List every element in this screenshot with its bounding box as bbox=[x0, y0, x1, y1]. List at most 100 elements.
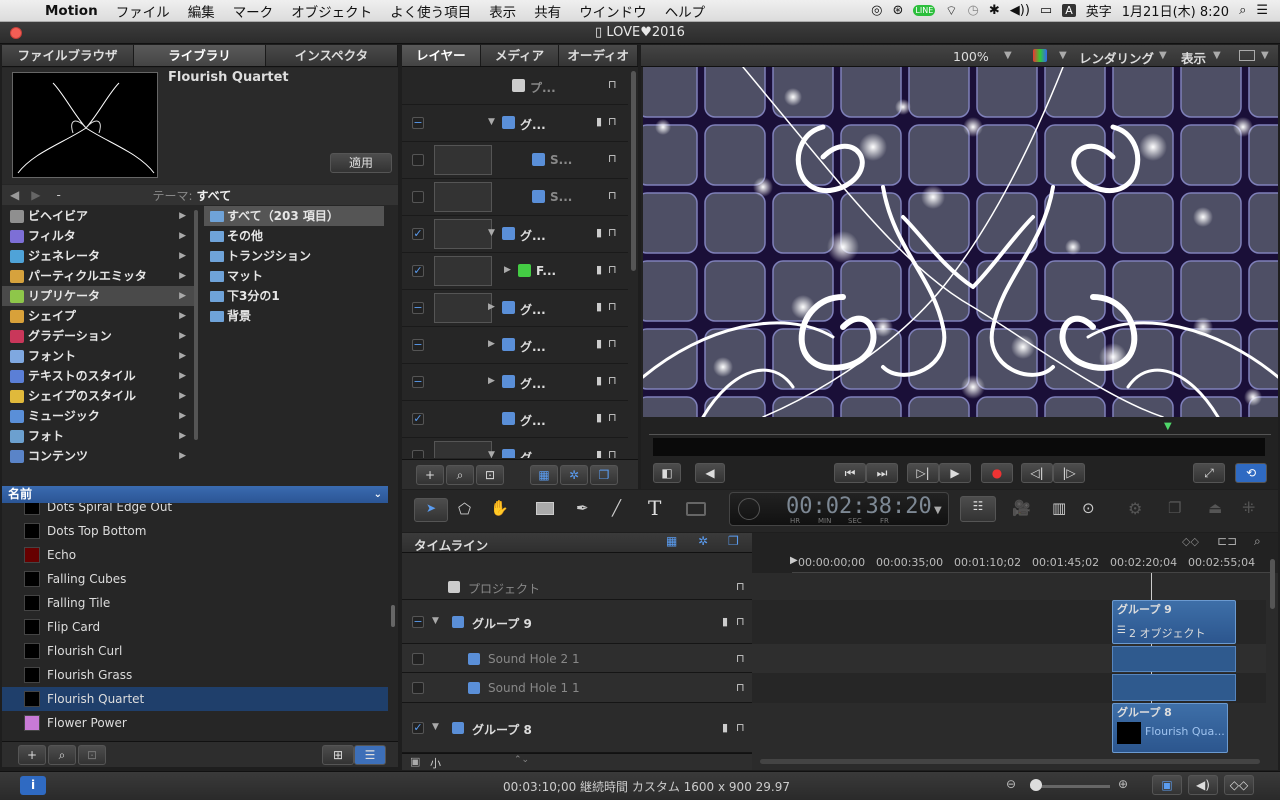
snap-icon[interactable]: ◇◇ bbox=[1182, 535, 1199, 548]
thumb-size-chevron-icon[interactable]: ⌃⌄ bbox=[514, 755, 529, 765]
clip-sound-hole-1[interactable] bbox=[1112, 674, 1236, 701]
clock[interactable]: 1月21日(木) 8:20 bbox=[1122, 1, 1229, 20]
timeline-mode-icon[interactable]: ▮ bbox=[722, 721, 728, 734]
category-item[interactable]: シェイプ ▶ bbox=[2, 306, 198, 326]
category-item[interactable]: パーティクルエミッタ ▶ bbox=[2, 266, 198, 286]
audio-track-toggle-icon[interactable]: ◀) bbox=[1188, 775, 1218, 795]
layer-import-icon[interactable]: ⊡ bbox=[476, 465, 504, 485]
tl-zoom-fit-icon[interactable]: ⊏⊐ bbox=[1217, 534, 1237, 548]
layer-row[interactable]: − ▶ グ... ⊓ ▮ bbox=[402, 327, 628, 364]
render-chevron-icon[interactable]: ▼ bbox=[1159, 50, 1167, 61]
layer-row[interactable]: − ▼ グ... ⊓ ▮ bbox=[402, 105, 628, 142]
clip-group8[interactable]: グループ 8 Flourish Qua... bbox=[1112, 703, 1228, 753]
menu-view[interactable]: 表示 bbox=[480, 1, 525, 21]
video-track-toggle-icon[interactable]: ▣ bbox=[1152, 775, 1182, 795]
zoom-chevron-icon[interactable]: ▼ bbox=[1004, 50, 1012, 61]
tab-inspector[interactable]: インスペクタ bbox=[266, 45, 398, 66]
view-chevron-icon[interactable]: ▼ bbox=[1213, 50, 1221, 61]
menu-object[interactable]: オブジェクト bbox=[282, 1, 381, 21]
lock-icon[interactable]: ⊓ bbox=[608, 115, 617, 128]
disclosure-triangle-icon[interactable]: ▶ bbox=[504, 265, 511, 275]
show-masks-icon[interactable]: ❐ bbox=[590, 465, 618, 485]
disclosure-triangle-icon[interactable]: ▼ bbox=[488, 228, 495, 238]
layer-mode-icon[interactable]: ▮ bbox=[596, 300, 602, 313]
close-window-button[interactable] bbox=[10, 27, 22, 39]
bluetooth-icon[interactable]: ✱ bbox=[989, 3, 1000, 18]
audio-toggle-icon[interactable]: ◀ bbox=[695, 463, 725, 483]
timecode-display[interactable]: 00:02:38:20 HR MIN SEC FR ▼ bbox=[729, 492, 949, 526]
timeline-hscrollbar[interactable] bbox=[760, 759, 1260, 764]
menu-mark[interactable]: マーク bbox=[224, 1, 283, 21]
sort-chevron-icon[interactable]: ⌄ bbox=[374, 486, 388, 503]
add-layer-icon[interactable]: + bbox=[416, 465, 444, 485]
timeline-row[interactable]: Sound Hole 1 1 ⊓ bbox=[402, 673, 752, 703]
zoom-out-icon[interactable]: ⊖ bbox=[1006, 777, 1016, 791]
timeline-lock-icon[interactable]: ⊓ bbox=[736, 652, 745, 665]
battery-icon[interactable]: ▭ bbox=[1040, 3, 1052, 18]
path-popup[interactable]: - bbox=[44, 188, 140, 202]
light-icon[interactable]: ▥ bbox=[1052, 499, 1066, 517]
replicate-icon[interactable]: ⏏ bbox=[1208, 499, 1222, 517]
disclosure-triangle-icon[interactable]: ▼ bbox=[488, 450, 495, 458]
lock-icon[interactable]: ⊓ bbox=[608, 448, 617, 458]
record-button-icon[interactable]: ● bbox=[981, 463, 1013, 483]
shape-pen-tool-icon[interactable]: ⬠ bbox=[458, 500, 471, 518]
text-tool-icon[interactable]: T bbox=[648, 496, 661, 520]
volume-icon[interactable]: ◀)) bbox=[1010, 3, 1030, 18]
library-item[interactable]: Flourish Curl bbox=[2, 639, 388, 663]
project-properties-icon[interactable]: ☷ bbox=[960, 496, 996, 522]
folder-item[interactable]: その他 bbox=[204, 226, 398, 246]
clip-group9[interactable]: グループ 9 2 オブジェクト ☰ bbox=[1112, 600, 1236, 644]
layer-row[interactable]: ▼ グ... ⊓ ▮ bbox=[402, 438, 628, 458]
layer-checkbox[interactable]: ✓ bbox=[412, 265, 424, 277]
category-item[interactable]: リプリケータ ▶ bbox=[2, 286, 198, 306]
layer-mode-icon[interactable]: ▮ bbox=[596, 374, 602, 387]
step-icon[interactable]: ▷| bbox=[907, 463, 939, 483]
lock-icon[interactable]: ⊓ bbox=[608, 263, 617, 276]
canvas[interactable] bbox=[643, 67, 1278, 417]
layer-row[interactable]: プ... ⊓ bbox=[402, 68, 628, 105]
lock-icon[interactable]: ⊓ bbox=[608, 337, 617, 350]
library-item[interactable]: Falling Cubes bbox=[2, 567, 388, 591]
zoom-slider[interactable] bbox=[1030, 785, 1110, 788]
category-item[interactable]: フォト ▶ bbox=[2, 426, 198, 446]
zoom-popup[interactable]: 100% bbox=[953, 49, 989, 64]
layer-mode-icon[interactable]: ▮ bbox=[596, 448, 602, 458]
tl-zoom-icon[interactable]: ⌕ bbox=[1254, 534, 1261, 549]
layer-checkbox[interactable] bbox=[412, 450, 424, 458]
notification-center-icon[interactable]: ☰ bbox=[1256, 3, 1268, 18]
category-item[interactable]: ミュージック ▶ bbox=[2, 406, 198, 426]
layout-chevron-icon[interactable]: ▼ bbox=[1261, 50, 1269, 61]
timeline-checkbox[interactable] bbox=[412, 652, 424, 665]
keyframe-toggle-icon[interactable]: ◇◇ bbox=[1224, 775, 1254, 795]
timeline-checkbox[interactable]: − bbox=[412, 616, 424, 628]
tab-file-browser[interactable]: ファイルブラウザ bbox=[2, 45, 134, 66]
menu-share[interactable]: 共有 bbox=[525, 1, 570, 21]
filters-gear-icon[interactable]: ⚙ bbox=[1128, 499, 1142, 518]
timeline-checkbox[interactable]: ✓ bbox=[412, 722, 424, 734]
layer-row[interactable]: − ▶ グ... ⊓ ▮ bbox=[402, 290, 628, 327]
disclosure-triangle-icon[interactable]: ▼ bbox=[432, 722, 439, 732]
category-item[interactable]: フォント ▶ bbox=[2, 346, 198, 366]
layer-checkbox[interactable]: − bbox=[412, 339, 424, 351]
clip-sound-hole-2[interactable] bbox=[1112, 646, 1236, 672]
add-icon[interactable]: + bbox=[18, 745, 46, 765]
timeline-lock-icon[interactable]: ⊓ bbox=[736, 615, 745, 628]
show-layers-icon[interactable]: ▦ bbox=[530, 465, 558, 485]
layer-row[interactable]: S... ⊓ bbox=[402, 179, 628, 216]
layer-search-icon[interactable]: ⌕ bbox=[446, 465, 474, 485]
spotlight-icon[interactable]: ⌕ bbox=[1239, 3, 1246, 18]
list-header[interactable]: 名前 ⌄ bbox=[2, 486, 388, 503]
timecode-chevron-icon[interactable]: ▼ bbox=[934, 505, 942, 516]
layer-checkbox[interactable]: ✓ bbox=[412, 413, 424, 425]
select-tool-icon[interactable]: ➤ bbox=[414, 498, 448, 522]
layer-mode-icon[interactable]: ▮ bbox=[596, 337, 602, 350]
behaviors-grid-icon[interactable]: ⁜ bbox=[1242, 498, 1255, 517]
layer-row[interactable]: ✓ ▶ F... ⊓ ▮ bbox=[402, 253, 628, 290]
thumb-size-popup[interactable]: 小 bbox=[430, 755, 441, 771]
creative-cloud-icon[interactable]: ◎ bbox=[871, 3, 882, 18]
layer-row[interactable]: − ▶ グ... ⊓ ▮ bbox=[402, 364, 628, 401]
timeline-lock-icon[interactable]: ⊓ bbox=[736, 681, 745, 694]
wifi-icon[interactable]: ⌔ bbox=[945, 3, 957, 19]
theme-popup[interactable]: すべて bbox=[193, 187, 232, 204]
